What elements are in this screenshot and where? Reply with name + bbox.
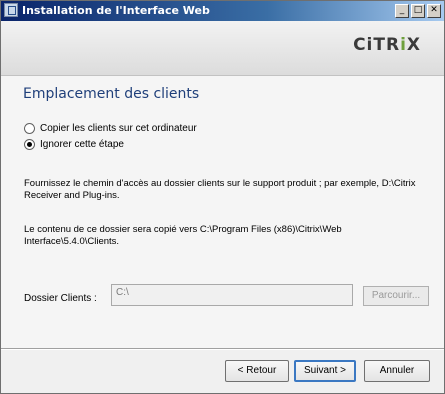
instruction-text: Fournissez le chemin d'accès au dossier … [24,178,416,201]
citrix-logo: CiTRiX [353,35,421,55]
option-skip-step[interactable]: Ignorer cette étape [24,139,124,150]
next-button[interactable]: Suivant > [294,360,356,382]
logo-suffix: X [406,35,421,55]
maximize-button[interactable]: □ [411,4,425,18]
radio-skip-step[interactable] [24,139,35,150]
installer-window: Installation de l'Interface Web _ □ ✕ Ci… [0,0,445,394]
header-banner: CiTRiX [1,21,444,76]
browse-button[interactable]: Parcourir... [363,286,429,306]
cancel-button[interactable]: Annuler [364,360,430,382]
logo-mark: i [400,35,407,55]
wizard-content: Emplacement des clients Copier les clien… [1,76,444,348]
title-bar[interactable]: Installation de l'Interface Web _ □ ✕ [1,1,444,21]
footer-divider [1,348,444,350]
minimize-button[interactable]: _ [395,4,409,18]
page-title: Emplacement des clients [23,86,200,102]
back-button[interactable]: < Retour [225,360,289,382]
copy-destination-text: Le contenu de ce dossier sera copié vers… [24,224,342,247]
option-copy-clients[interactable]: Copier les clients sur cet ordinateur [24,123,197,134]
installer-app-icon [4,3,18,17]
logo-prefix: CiTR [353,35,401,55]
option-copy-clients-label: Copier les clients sur cet ordinateur [40,123,197,134]
radio-copy-clients[interactable] [24,123,35,134]
window-controls: _ □ ✕ [395,4,441,18]
clients-folder-input[interactable]: C:\ [111,284,353,306]
close-button[interactable]: ✕ [427,4,441,18]
option-skip-step-label: Ignorer cette étape [40,139,124,150]
window-title: Installation de l'Interface Web [22,4,210,17]
folder-label: Dossier Clients : [24,293,97,304]
